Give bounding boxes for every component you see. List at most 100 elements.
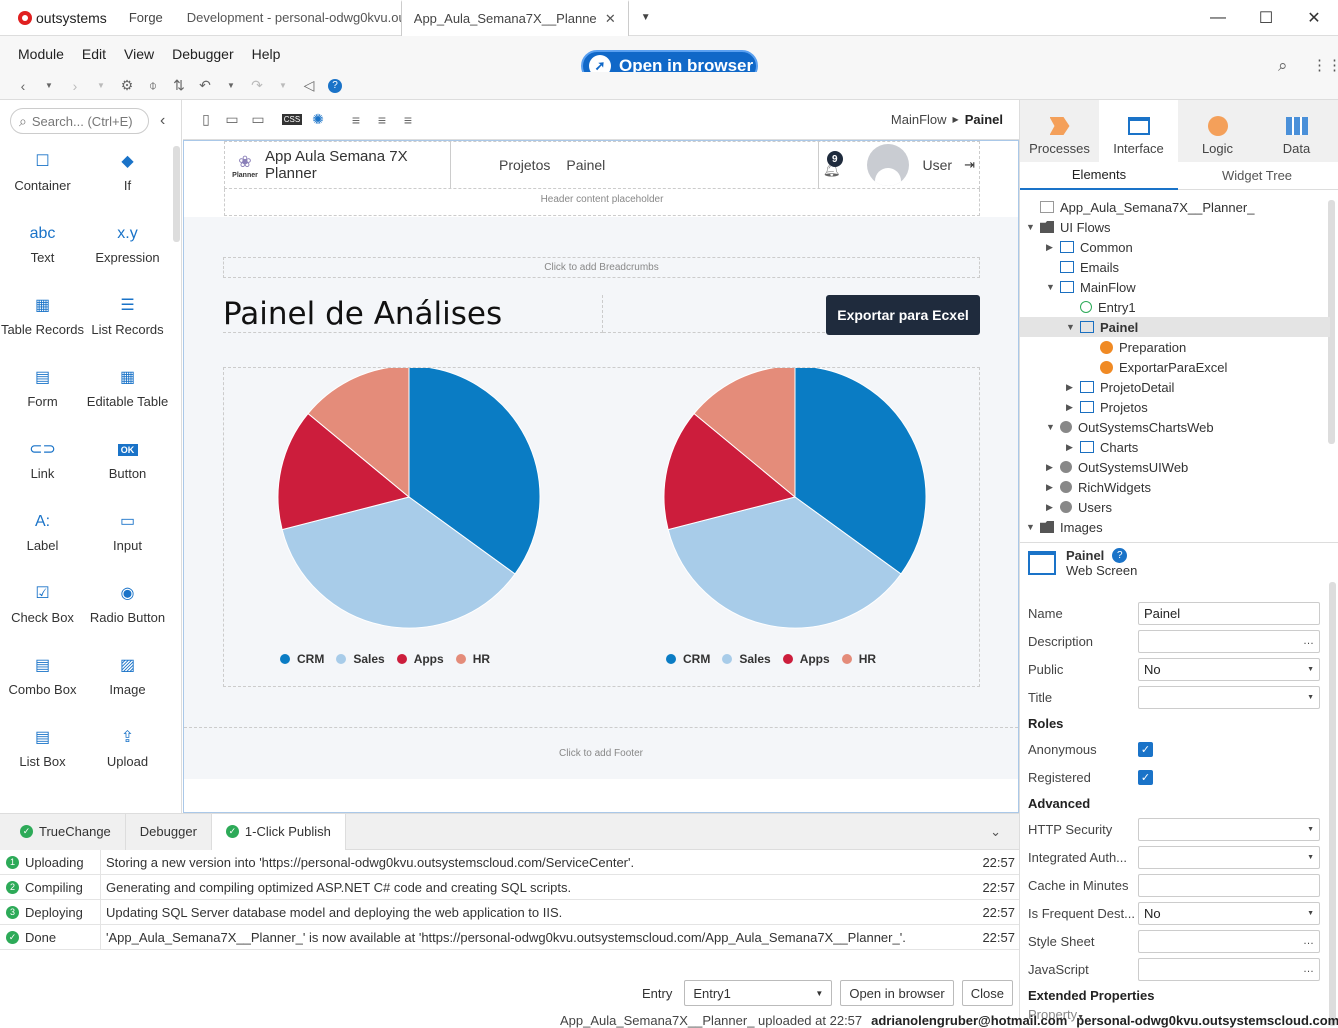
widget-editable-table[interactable]: ▦ Editable Table [85,366,170,438]
widget-list-records[interactable]: ☰ List Records [85,294,170,366]
role-checkbox[interactable]: ✓ [1138,741,1153,757]
subtab-widget-tree[interactable]: Widget Tree [1178,162,1336,190]
tree-item-exportarparaexcel[interactable]: ExportarParaExcel [1026,357,1326,377]
tablet-preview-icon[interactable]: ▭ [221,109,243,131]
expand-down-icon[interactable]: ▼ [1026,222,1038,232]
tree-item-painel[interactable]: ▼ Painel [1020,317,1330,337]
open-in-browser-bottom-button[interactable]: Open in browser [840,980,954,1006]
prop-value-field[interactable]: No ▼ [1138,901,1320,925]
tab-app-module[interactable]: App_Aula_Semana7X__Planner_ (App✕ [400,0,629,36]
tab-data[interactable]: Data [1257,100,1336,162]
toolbox-search-input[interactable]: ⌕ Search... (Ctrl+E) [10,108,149,134]
tree-item-outsystemschartsweb[interactable]: ▼ OutSystemsChartsWeb [1026,417,1326,437]
help-icon[interactable]: ? [324,75,346,97]
expand-down-icon[interactable]: ▼ [1026,522,1038,532]
redo-dropdown-icon[interactable]: ▼ [272,75,294,97]
expand-right-icon[interactable]: ▶ [1046,482,1058,493]
announce-icon[interactable]: ◁ [298,75,320,97]
phone-preview-icon[interactable]: ▯ [195,109,217,131]
back-dropdown-icon[interactable]: ▼ [38,75,60,97]
tree-item-mainflow[interactable]: ▼ MainFlow [1026,277,1326,297]
expand-down-icon[interactable]: ▼ [1066,322,1078,332]
collapse-panel-icon[interactable]: ⌄ [990,824,1001,840]
undo-icon[interactable]: ↶ [194,75,216,97]
close-icon[interactable]: ✕ [1290,8,1338,28]
desktop-preview-icon[interactable]: ▭ [247,109,269,131]
tree-item-ui-flows[interactable]: ▼ UI Flows [1026,217,1326,237]
widget-container[interactable]: ☐ Container [0,150,85,222]
tree-item-projetos[interactable]: ▶ Projetos [1026,397,1326,417]
settings-icon[interactable]: ⚙ [116,75,138,97]
widget-upload[interactable]: ⇪ Upload [85,726,170,798]
breadcrumbs-placeholder[interactable]: Click to add Breadcrumbs [223,257,980,278]
forward-dropdown-icon[interactable]: ▼ [90,75,112,97]
widget-link[interactable]: ⊂⊃ Link [0,438,85,510]
widget-input[interactable]: ▭ Input [85,510,170,582]
tree-item-projetodetail[interactable]: ▶ ProjetoDetail [1026,377,1326,397]
tree-item-charts[interactable]: ▶ Charts [1026,437,1326,457]
prop-value-field[interactable]: Painel [1138,601,1320,625]
plug-icon[interactable]: ⌽ [142,75,164,97]
toolbox-scrollbar[interactable] [173,146,180,242]
subtab-elements[interactable]: Elements [1020,162,1178,190]
widget-expression[interactable]: x.y Expression [85,222,170,294]
maximize-icon[interactable]: ☐ [1242,8,1290,28]
widget-radio-button[interactable]: ◉ Radio Button [85,582,170,654]
expand-right-icon[interactable]: ▶ [1046,462,1058,473]
tree-item-preparation[interactable]: Preparation [1026,337,1326,357]
back-icon[interactable]: ‹ [12,75,34,97]
logout-icon[interactable]: ⇥ [964,157,975,173]
tabs-dropdown-icon[interactable]: ▼ [641,12,651,23]
tab-development[interactable]: Development - personal-odwg0kvu.ou [175,0,401,36]
tree-item-outsystemsuiweb[interactable]: ▶ OutSystemsUIWeb [1026,457,1326,477]
expand-down-icon[interactable]: ▼ [1046,422,1058,432]
tab-debugger[interactable]: Debugger [125,813,212,850]
notifications[interactable]: 🔔︎ 9 User ⇥ [817,141,979,189]
widget-image[interactable]: ▨ Image [85,654,170,726]
tree-item-entry1[interactable]: Entry1 [1026,297,1326,317]
tree-item-common[interactable]: ▶ Common [1026,237,1326,257]
prop-value-field[interactable]: ▼ [1138,685,1320,709]
merge-icon[interactable]: ⇅ [168,75,190,97]
menu-view[interactable]: View [115,46,163,62]
expand-right-icon[interactable]: ▶ [1066,382,1078,393]
widget-check-box[interactable]: ☑ Check Box [0,582,85,654]
app-header[interactable]: ❀ Planner App Aula Semana 7X Planner Pro… [224,141,980,189]
expand-right-icon[interactable]: ▶ [1046,502,1058,513]
expand-down-icon[interactable]: ▼ [1046,282,1058,292]
collapse-toolbox-icon[interactable]: ‹ [160,112,165,130]
expand-right-icon[interactable]: ▶ [1066,442,1078,453]
redo-icon[interactable]: ↷ [246,75,268,97]
theme-icon[interactable]: ✺ [307,109,329,131]
widget-button[interactable]: OK Button [85,438,170,510]
help-icon[interactable]: ? [1112,548,1128,563]
widget-table-records[interactable]: ▦ Table Records [0,294,85,366]
prop-value-field[interactable]: No ▼ [1138,657,1320,681]
widget-list-box[interactable]: ▤ List Box [0,726,85,798]
menu-module[interactable]: Module [9,46,73,62]
tree-item-emails[interactable]: Emails [1026,257,1326,277]
widget-label[interactable]: A: Label [0,510,85,582]
prop-value-field[interactable]: ▼ [1138,845,1320,869]
menu-debugger[interactable]: Debugger [163,46,243,62]
prop-value-field[interactable]: ▼ [1138,817,1320,841]
role-checkbox[interactable]: ✓ [1138,769,1153,785]
entry-select[interactable]: Entry1 ▼ [684,980,833,1006]
prop-value-field[interactable]: … [1138,929,1320,953]
align-right-icon[interactable]: ≡ [397,109,419,131]
widget-form[interactable]: ▤ Form [0,366,85,438]
prop-value-field[interactable]: … [1138,957,1320,981]
minimize-icon[interactable]: — [1194,9,1242,27]
tree-item-app-aula-semana7x-planner-[interactable]: App_Aula_Semana7X__Planner_ [1026,197,1326,217]
undo-dropdown-icon[interactable]: ▼ [220,75,242,97]
align-left-icon[interactable]: ≡ [345,109,367,131]
properties-scrollbar[interactable] [1329,582,1336,1026]
nav-painel[interactable]: Painel [566,157,605,173]
tab-logic[interactable]: Logic [1178,100,1257,162]
header-content-placeholder[interactable]: Header content placeholder [224,189,980,216]
css-icon[interactable]: CSS [281,114,303,125]
widget-if[interactable]: ◆ If [85,150,170,222]
menu-edit[interactable]: Edit [73,46,115,62]
align-center-icon[interactable]: ≡ [371,109,393,131]
close-button[interactable]: Close [961,980,1013,1006]
